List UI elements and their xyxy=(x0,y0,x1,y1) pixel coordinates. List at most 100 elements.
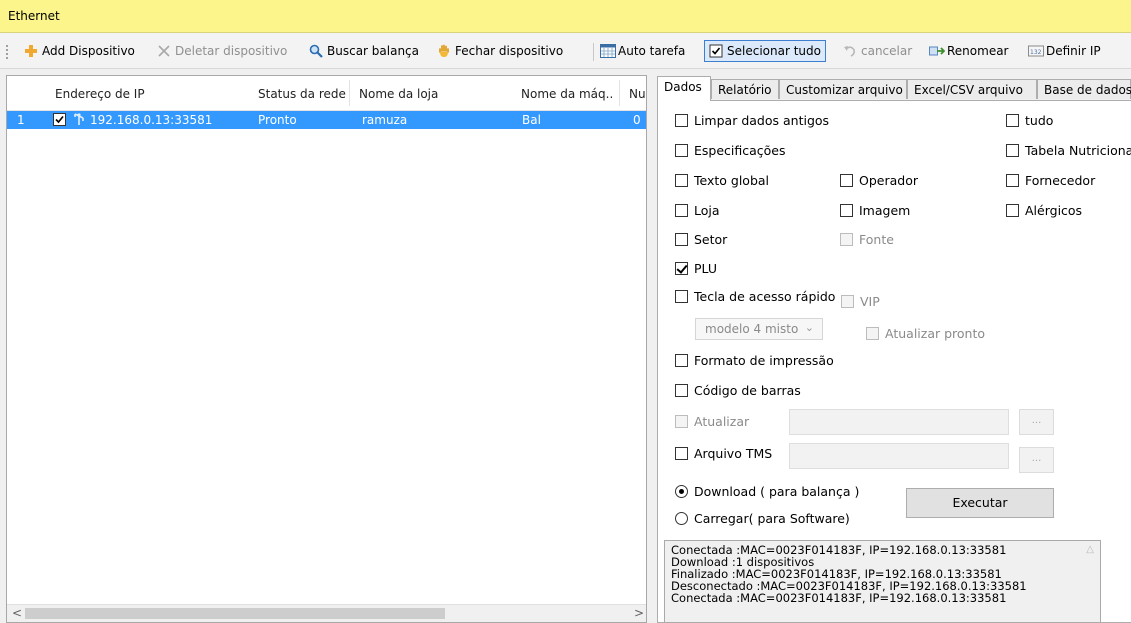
tecla-checkbox[interactable]: Tecla de acesso rápido xyxy=(675,289,835,304)
log-line: Conectada :MAC=0023F014183F, IP=192.168.… xyxy=(671,591,1007,605)
auto-task-label: Auto tarefa xyxy=(618,44,686,58)
limpar-checkbox[interactable]: Limpar dados antigos xyxy=(675,113,829,128)
atualizar-pronto-checkbox[interactable]: Atualizar pronto xyxy=(866,326,985,341)
tms-path-field[interactable] xyxy=(789,443,1009,469)
horizontal-scrollbar[interactable]: < > xyxy=(7,604,646,622)
search-scale-button[interactable]: Buscar balança xyxy=(309,41,419,61)
cancel-label: cancelar xyxy=(861,44,913,58)
tab-relatorio[interactable]: Relatório xyxy=(711,79,779,99)
setor-label: Setor xyxy=(694,232,728,247)
tecla-label: Tecla de acesso rápido xyxy=(694,289,836,304)
plu-checkbox[interactable]: PLU xyxy=(675,261,717,276)
formato-label: Formato de impressão xyxy=(694,353,834,368)
codigo-label: Código de barras xyxy=(694,383,801,398)
column-ip[interactable]: Endereço de IP xyxy=(55,87,235,101)
row-index: 1 xyxy=(17,113,25,127)
row-store: ramuza xyxy=(362,113,408,127)
delete-device-button[interactable]: Deletar dispositivo xyxy=(157,41,287,61)
tabela-checkbox[interactable]: Tabela Nutricional xyxy=(1006,143,1131,158)
operador-checkbox[interactable]: Operador xyxy=(840,173,918,188)
column-divider[interactable] xyxy=(619,80,620,106)
download-radio[interactable]: Download ( para balança ) xyxy=(675,484,859,499)
set-ip-button[interactable]: 132 Definir IP xyxy=(1028,41,1101,61)
column-number[interactable]: Nu xyxy=(629,87,645,101)
column-divider[interactable] xyxy=(349,80,350,106)
column-store[interactable]: Nome da loja xyxy=(359,87,509,101)
column-machine[interactable]: Nome da máq... xyxy=(521,87,613,101)
alergicos-checkbox[interactable]: Alérgicos xyxy=(1006,203,1082,218)
loja-checkbox[interactable]: Loja xyxy=(675,203,720,218)
toolbar-separator xyxy=(593,43,594,61)
toolbar-grip[interactable] xyxy=(6,45,10,59)
column-status[interactable]: Status da rede xyxy=(258,87,353,101)
table-row[interactable]: 1 192.168.0.13:33581 Pronto ramuza Bal 0 xyxy=(7,111,646,129)
atualizar-pronto-label: Atualizar pronto xyxy=(885,326,986,341)
add-icon xyxy=(24,44,38,58)
delete-device-label: Deletar dispositivo xyxy=(175,44,288,58)
fornecedor-label: Fornecedor xyxy=(1025,173,1096,188)
scroll-left-icon[interactable]: < xyxy=(12,606,22,620)
modelo-select[interactable]: modelo 4 misto ⌄ xyxy=(695,318,823,340)
atualizar-label: Atualizar xyxy=(694,414,750,429)
log-box[interactable]: Conectada :MAC=0023F014183F, IP=192.168.… xyxy=(664,540,1101,623)
arquivo-tms-label: Arquivo TMS xyxy=(694,446,773,461)
hand-icon xyxy=(437,44,451,58)
search-scale-label: Buscar balança xyxy=(327,44,420,58)
fonte-checkbox[interactable]: Fonte xyxy=(840,232,894,247)
tab-customizar-arquivo[interactable]: Customizar arquivo xyxy=(779,79,907,99)
tudo-label: tudo xyxy=(1025,113,1054,128)
formato-checkbox[interactable]: Formato de impressão xyxy=(675,353,834,368)
close-device-button[interactable]: Fechar dispositivo xyxy=(437,41,563,61)
auto-task-button[interactable]: Auto tarefa xyxy=(600,41,685,61)
window-titlebar: Ethernet xyxy=(0,0,1131,33)
row-status: Pronto xyxy=(258,113,297,127)
tab-dados[interactable]: Dados xyxy=(657,76,711,101)
tudo-checkbox[interactable]: tudo xyxy=(1006,113,1053,128)
scroll-right-icon[interactable]: > xyxy=(634,606,644,620)
device-list-header: Endereço de IP Status da rede Nome da lo… xyxy=(7,76,646,111)
carregar-label: Carregar( para Software) xyxy=(694,511,850,526)
especificacoes-checkbox[interactable]: Especificações xyxy=(675,143,786,158)
calendar-icon xyxy=(600,44,616,58)
atualizar-path-field[interactable] xyxy=(789,409,1009,435)
executar-button[interactable]: Executar xyxy=(906,488,1054,518)
texto-label: Texto global xyxy=(694,173,770,188)
checkbox-icon xyxy=(709,44,723,58)
svg-text:132: 132 xyxy=(1030,49,1042,56)
scroll-up-icon[interactable]: △ xyxy=(1086,544,1094,556)
tab-base-de-dados[interactable]: Base de dados xyxy=(1037,79,1131,99)
add-device-button[interactable]: Add Dispositivo xyxy=(24,41,135,61)
row-checkbox[interactable] xyxy=(53,113,66,129)
vip-checkbox[interactable]: VIP xyxy=(841,294,880,309)
download-label: Download ( para balança ) xyxy=(694,484,860,499)
search-icon xyxy=(309,44,323,58)
plu-label: PLU xyxy=(694,261,718,276)
close-device-label: Fechar dispositivo xyxy=(455,44,564,58)
texto-checkbox[interactable]: Texto global xyxy=(675,173,769,188)
undo-icon xyxy=(843,44,857,58)
fornecedor-checkbox[interactable]: Fornecedor xyxy=(1006,173,1095,188)
add-device-label: Add Dispositivo xyxy=(42,44,135,58)
scrollbar-thumb[interactable] xyxy=(25,608,445,619)
tabela-label: Tabela Nutricional xyxy=(1025,143,1131,158)
row-number: 0 xyxy=(633,113,641,127)
tab-excel-csv[interactable]: Excel/CSV arquivo xyxy=(907,79,1037,99)
vip-label: VIP xyxy=(860,294,880,309)
row-ip: 192.168.0.13:33581 xyxy=(90,113,213,127)
arquivo-tms-checkbox[interactable]: Arquivo TMS xyxy=(675,446,772,461)
tms-browse-button[interactable]: ... xyxy=(1019,447,1054,473)
ip-icon: 132 xyxy=(1028,44,1044,58)
alergicos-label: Alérgicos xyxy=(1025,203,1083,218)
rename-button[interactable]: Renomear xyxy=(929,41,1009,61)
select-all-button[interactable]: Selecionar tudo xyxy=(704,40,826,62)
cancel-button[interactable]: cancelar xyxy=(843,41,912,61)
setor-checkbox[interactable]: Setor xyxy=(675,232,727,247)
imagem-checkbox[interactable]: Imagem xyxy=(840,203,910,218)
device-list[interactable]: Endereço de IP Status da rede Nome da lo… xyxy=(6,75,647,623)
codigo-checkbox[interactable]: Código de barras xyxy=(675,383,801,398)
toolbar: Add Dispositivo Deletar dispositivo Busc… xyxy=(0,33,1131,69)
carregar-radio[interactable]: Carregar( para Software) xyxy=(675,511,850,526)
atualizar-browse-button[interactable]: ... xyxy=(1019,409,1054,435)
atualizar-checkbox[interactable]: Atualizar xyxy=(675,414,749,429)
window-title: Ethernet xyxy=(8,9,60,23)
